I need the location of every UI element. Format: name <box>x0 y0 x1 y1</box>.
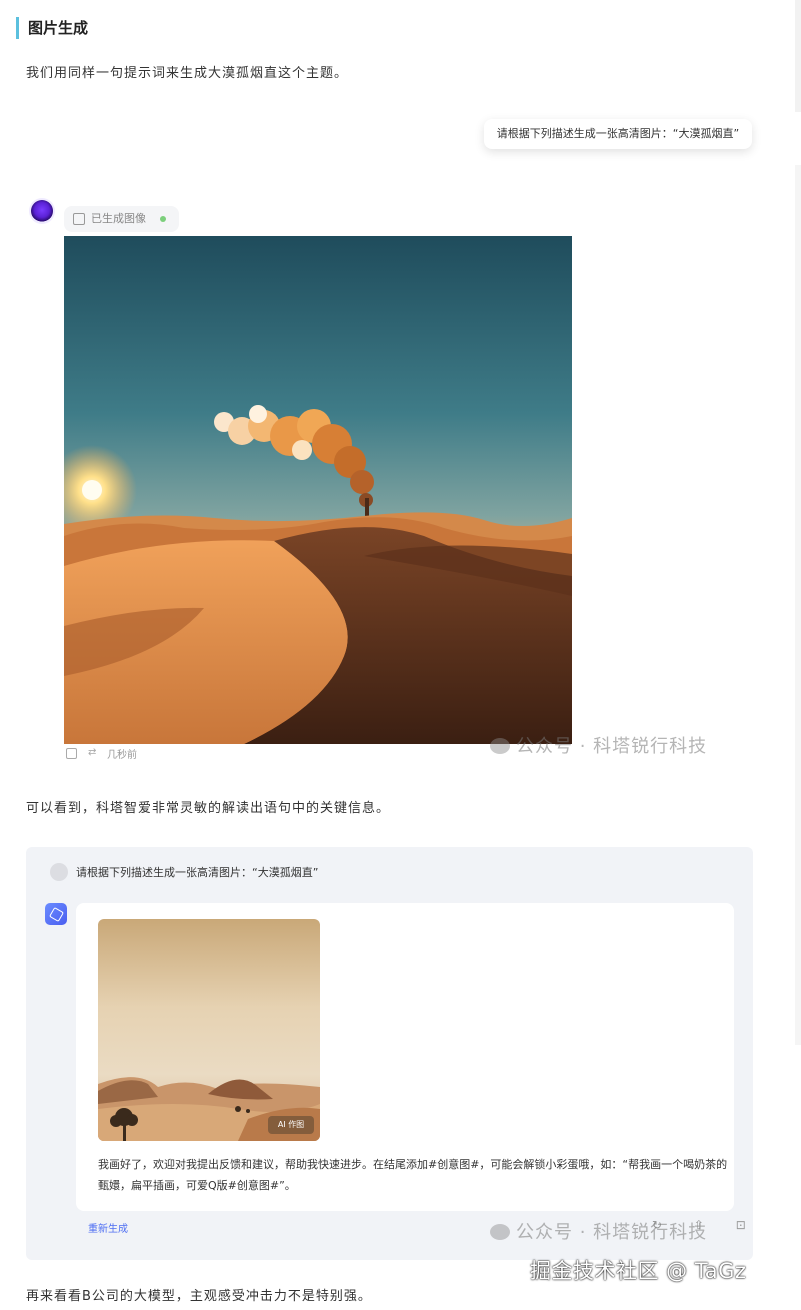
watermark-wechat: 公众号 · 科塔锐行科技 <box>490 1218 707 1244</box>
right-edge-strip <box>795 165 801 1045</box>
status-dot-icon <box>160 216 166 222</box>
wechat-icon <box>490 1224 510 1240</box>
copy-icon[interactable] <box>66 748 77 759</box>
settings-sliders-icon[interactable]: ⇄ <box>88 747 96 758</box>
assistant-avatar <box>31 200 53 222</box>
timestamp: 几秒前 <box>107 750 137 761</box>
watermark-wechat: 公众号 · 科塔锐行科技 <box>490 732 707 758</box>
image-icon <box>73 213 85 225</box>
middle-paragraph: 可以看到，科塔智爱非常灵敏的解读出语句中的关键信息。 <box>26 801 391 816</box>
right-edge-strip <box>795 0 801 112</box>
intro-paragraph: 我们用同样一句提示词来生成大漠孤烟直这个主题。 <box>26 66 349 81</box>
generated-image-label: 已生成图像 <box>91 212 146 225</box>
wechat-icon <box>490 738 510 754</box>
ai-generated-badge: AI 作图 <box>268 1116 314 1134</box>
bottom-paragraph: 再来看看B公司的大模型，主观感受冲击力不是特别强。 <box>26 1289 372 1304</box>
watermark-juejin: 掘金技术社区 @ TaGz <box>530 1259 747 1283</box>
section-accent-bar <box>16 17 19 39</box>
section-title: 图片生成 <box>28 19 89 37</box>
generated-image-b[interactable] <box>98 919 320 1141</box>
user-avatar <box>50 863 68 881</box>
assistant-answer-text: 我画好了，欢迎对我提出反馈和建议，帮助我快速进步。在结尾添加#创意图#，可能会解… <box>98 1158 728 1192</box>
desert-hazy-illustration <box>98 919 320 1141</box>
generated-image-desert[interactable] <box>64 236 572 744</box>
watermark-wechat-text: 公众号 · 科塔锐行科技 <box>516 736 708 757</box>
user-prompt-bubble: 请根据下列描述生成一张高清图片：“大漠孤烟直” <box>484 119 752 149</box>
desert-smoke-illustration <box>64 236 572 744</box>
watermark-wechat-text: 公众号 · 科塔锐行科技 <box>516 1222 708 1243</box>
bot-logo-icon <box>45 903 67 925</box>
regenerate-button[interactable]: 重新生成 <box>88 1220 128 1235</box>
user-prompt: 请根据下列描述生成一张高清图片：“大漠孤烟直” <box>76 866 319 879</box>
generated-image-chip[interactable]: 已生成图像 <box>64 206 179 232</box>
